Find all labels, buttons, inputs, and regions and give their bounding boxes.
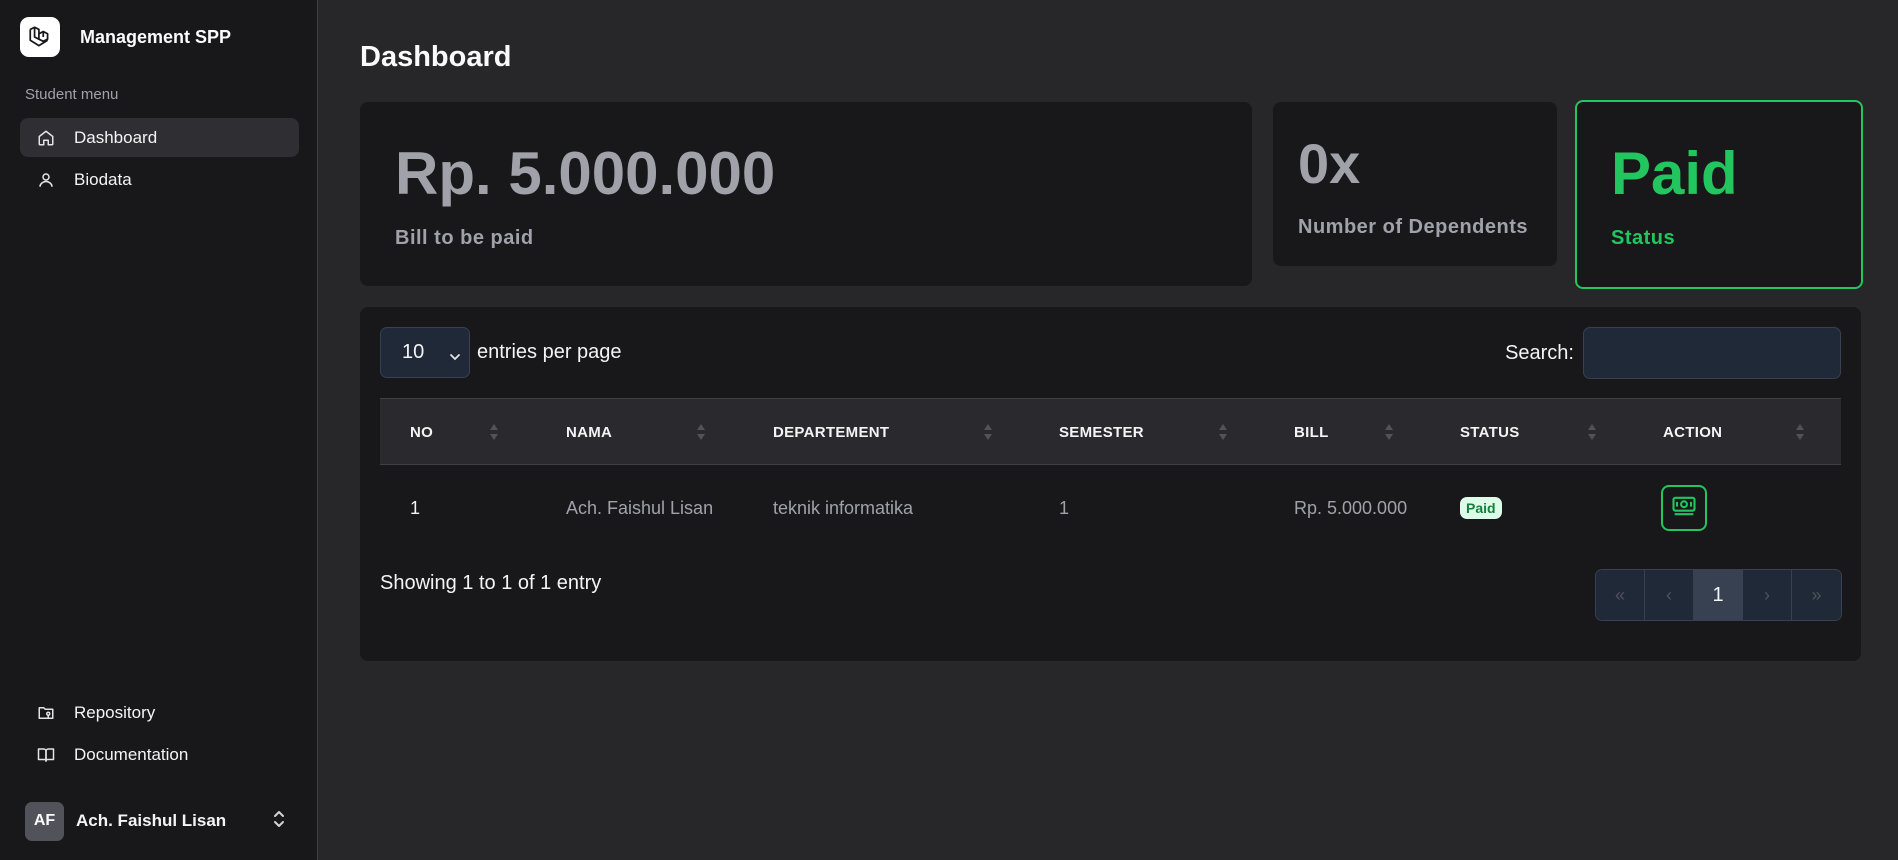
laravel-logo-icon <box>20 17 60 57</box>
column-header-bill[interactable]: BILL <box>1294 399 1329 466</box>
sort-icon[interactable] <box>1795 422 1805 447</box>
page-last-button[interactable]: » <box>1792 570 1841 620</box>
status-label: Status <box>1611 227 1676 249</box>
column-header-status[interactable]: STATUS <box>1460 399 1520 466</box>
sidebar-item-label: Documentation <box>74 744 189 764</box>
status-card: Paid Status <box>1575 100 1863 289</box>
user-menu[interactable]: AF Ach. Faishul Lisan <box>25 801 287 841</box>
table-header: NO NAMA DEPARTEMENT SEMESTER BILL STATUS… <box>380 398 1841 465</box>
entries-control: 10 entries per page <box>380 327 622 378</box>
cell-status: Paid <box>1460 465 1502 551</box>
bill-value: Rp. 5.000.000 <box>395 140 776 207</box>
dependents-label: Number of Dependents <box>1298 216 1529 238</box>
cell-bill: Rp. 5.000.000 <box>1294 497 1408 518</box>
column-header-no[interactable]: NO <box>410 399 433 466</box>
search-label: Search: <box>1505 341 1574 364</box>
page-title: Dashboard <box>360 41 512 73</box>
column-label: DEPARTEMENT <box>773 424 890 441</box>
user-icon <box>36 170 56 190</box>
brand[interactable]: Management SPP <box>20 17 231 57</box>
search-control: Search: <box>1505 327 1841 379</box>
column-label: SEMESTER <box>1059 424 1144 441</box>
user-name: Ach. Faishul Lisan <box>76 811 227 830</box>
chevron-down-icon <box>449 346 461 369</box>
cell-no: 1 <box>410 497 421 518</box>
entries-select[interactable]: 10 <box>380 327 470 378</box>
sidebar: Management SPP Student menu Dashboard Bi… <box>0 0 318 860</box>
cell-nama: Ach. Faishul Lisan <box>566 497 714 518</box>
column-label: ACTION <box>1663 424 1723 441</box>
dependents-value: 0x <box>1298 132 1361 195</box>
column-label: NO <box>410 424 434 441</box>
sort-icon[interactable] <box>983 422 993 447</box>
page-prev-button[interactable]: ‹ <box>1645 570 1694 620</box>
bill-label: Bill to be paid <box>395 227 534 249</box>
column-header-nama[interactable]: NAMA <box>566 399 612 466</box>
sort-icon[interactable] <box>1218 422 1228 447</box>
page-next-button[interactable]: › <box>1743 570 1792 620</box>
pagination: « ‹ 1 › » <box>1595 569 1842 621</box>
column-header-departement[interactable]: DEPARTEMENT <box>773 399 889 466</box>
page-first-button[interactable]: « <box>1596 570 1645 620</box>
sort-icon[interactable] <box>696 422 706 447</box>
column-label: STATUS <box>1460 424 1520 441</box>
column-header-semester[interactable]: SEMESTER <box>1059 399 1144 466</box>
search-input[interactable] <box>1583 327 1841 379</box>
brand-title: Management SPP <box>80 26 232 47</box>
entries-label: entries per page <box>477 341 622 363</box>
sidebar-item-documentation[interactable]: Documentation <box>20 735 299 774</box>
column-label: NAMA <box>566 424 613 441</box>
students-table-card: 10 entries per page Search: NO NAMA DEPA… <box>360 307 1861 661</box>
sidebar-item-biodata[interactable]: Biodata <box>20 160 299 199</box>
pay-button[interactable] <box>1661 485 1707 531</box>
column-header-action[interactable]: ACTION <box>1663 399 1722 466</box>
status-badge: Paid <box>1460 497 1502 519</box>
folder-git-icon <box>36 703 56 723</box>
sidebar-item-label: Repository <box>74 702 156 722</box>
home-icon <box>36 128 56 148</box>
sort-icon[interactable] <box>489 422 499 447</box>
sidebar-item-label: Dashboard <box>74 127 158 147</box>
book-icon <box>36 745 56 765</box>
showing-info: Showing 1 to 1 of 1 entry <box>380 572 602 594</box>
menu-heading: Student menu <box>25 86 119 103</box>
banknote-icon <box>1670 492 1698 525</box>
cell-action <box>1661 465 1707 551</box>
status-value: Paid <box>1611 140 1738 207</box>
page-1-button[interactable]: 1 <box>1694 570 1743 620</box>
cell-departement: teknik informatika <box>773 497 914 518</box>
table-row: 1 Ach. Faishul Lisan teknik informatika … <box>380 465 1841 551</box>
cell-semester: 1 <box>1059 497 1070 518</box>
entries-select-value: 10 <box>402 341 425 363</box>
sidebar-item-repository[interactable]: Repository <box>20 693 299 732</box>
sort-icon[interactable] <box>1384 422 1394 447</box>
bill-card: Rp. 5.000.000 Bill to be paid <box>360 102 1252 286</box>
sidebar-item-dashboard[interactable]: Dashboard <box>20 118 299 157</box>
column-label: BILL <box>1294 424 1329 441</box>
sidebar-item-label: Biodata <box>74 169 132 189</box>
avatar: AF <box>25 801 64 841</box>
sort-icon[interactable] <box>1587 422 1597 447</box>
chevron-up-down-icon[interactable] <box>271 809 287 834</box>
dependents-card: 0x Number of Dependents <box>1273 102 1557 266</box>
